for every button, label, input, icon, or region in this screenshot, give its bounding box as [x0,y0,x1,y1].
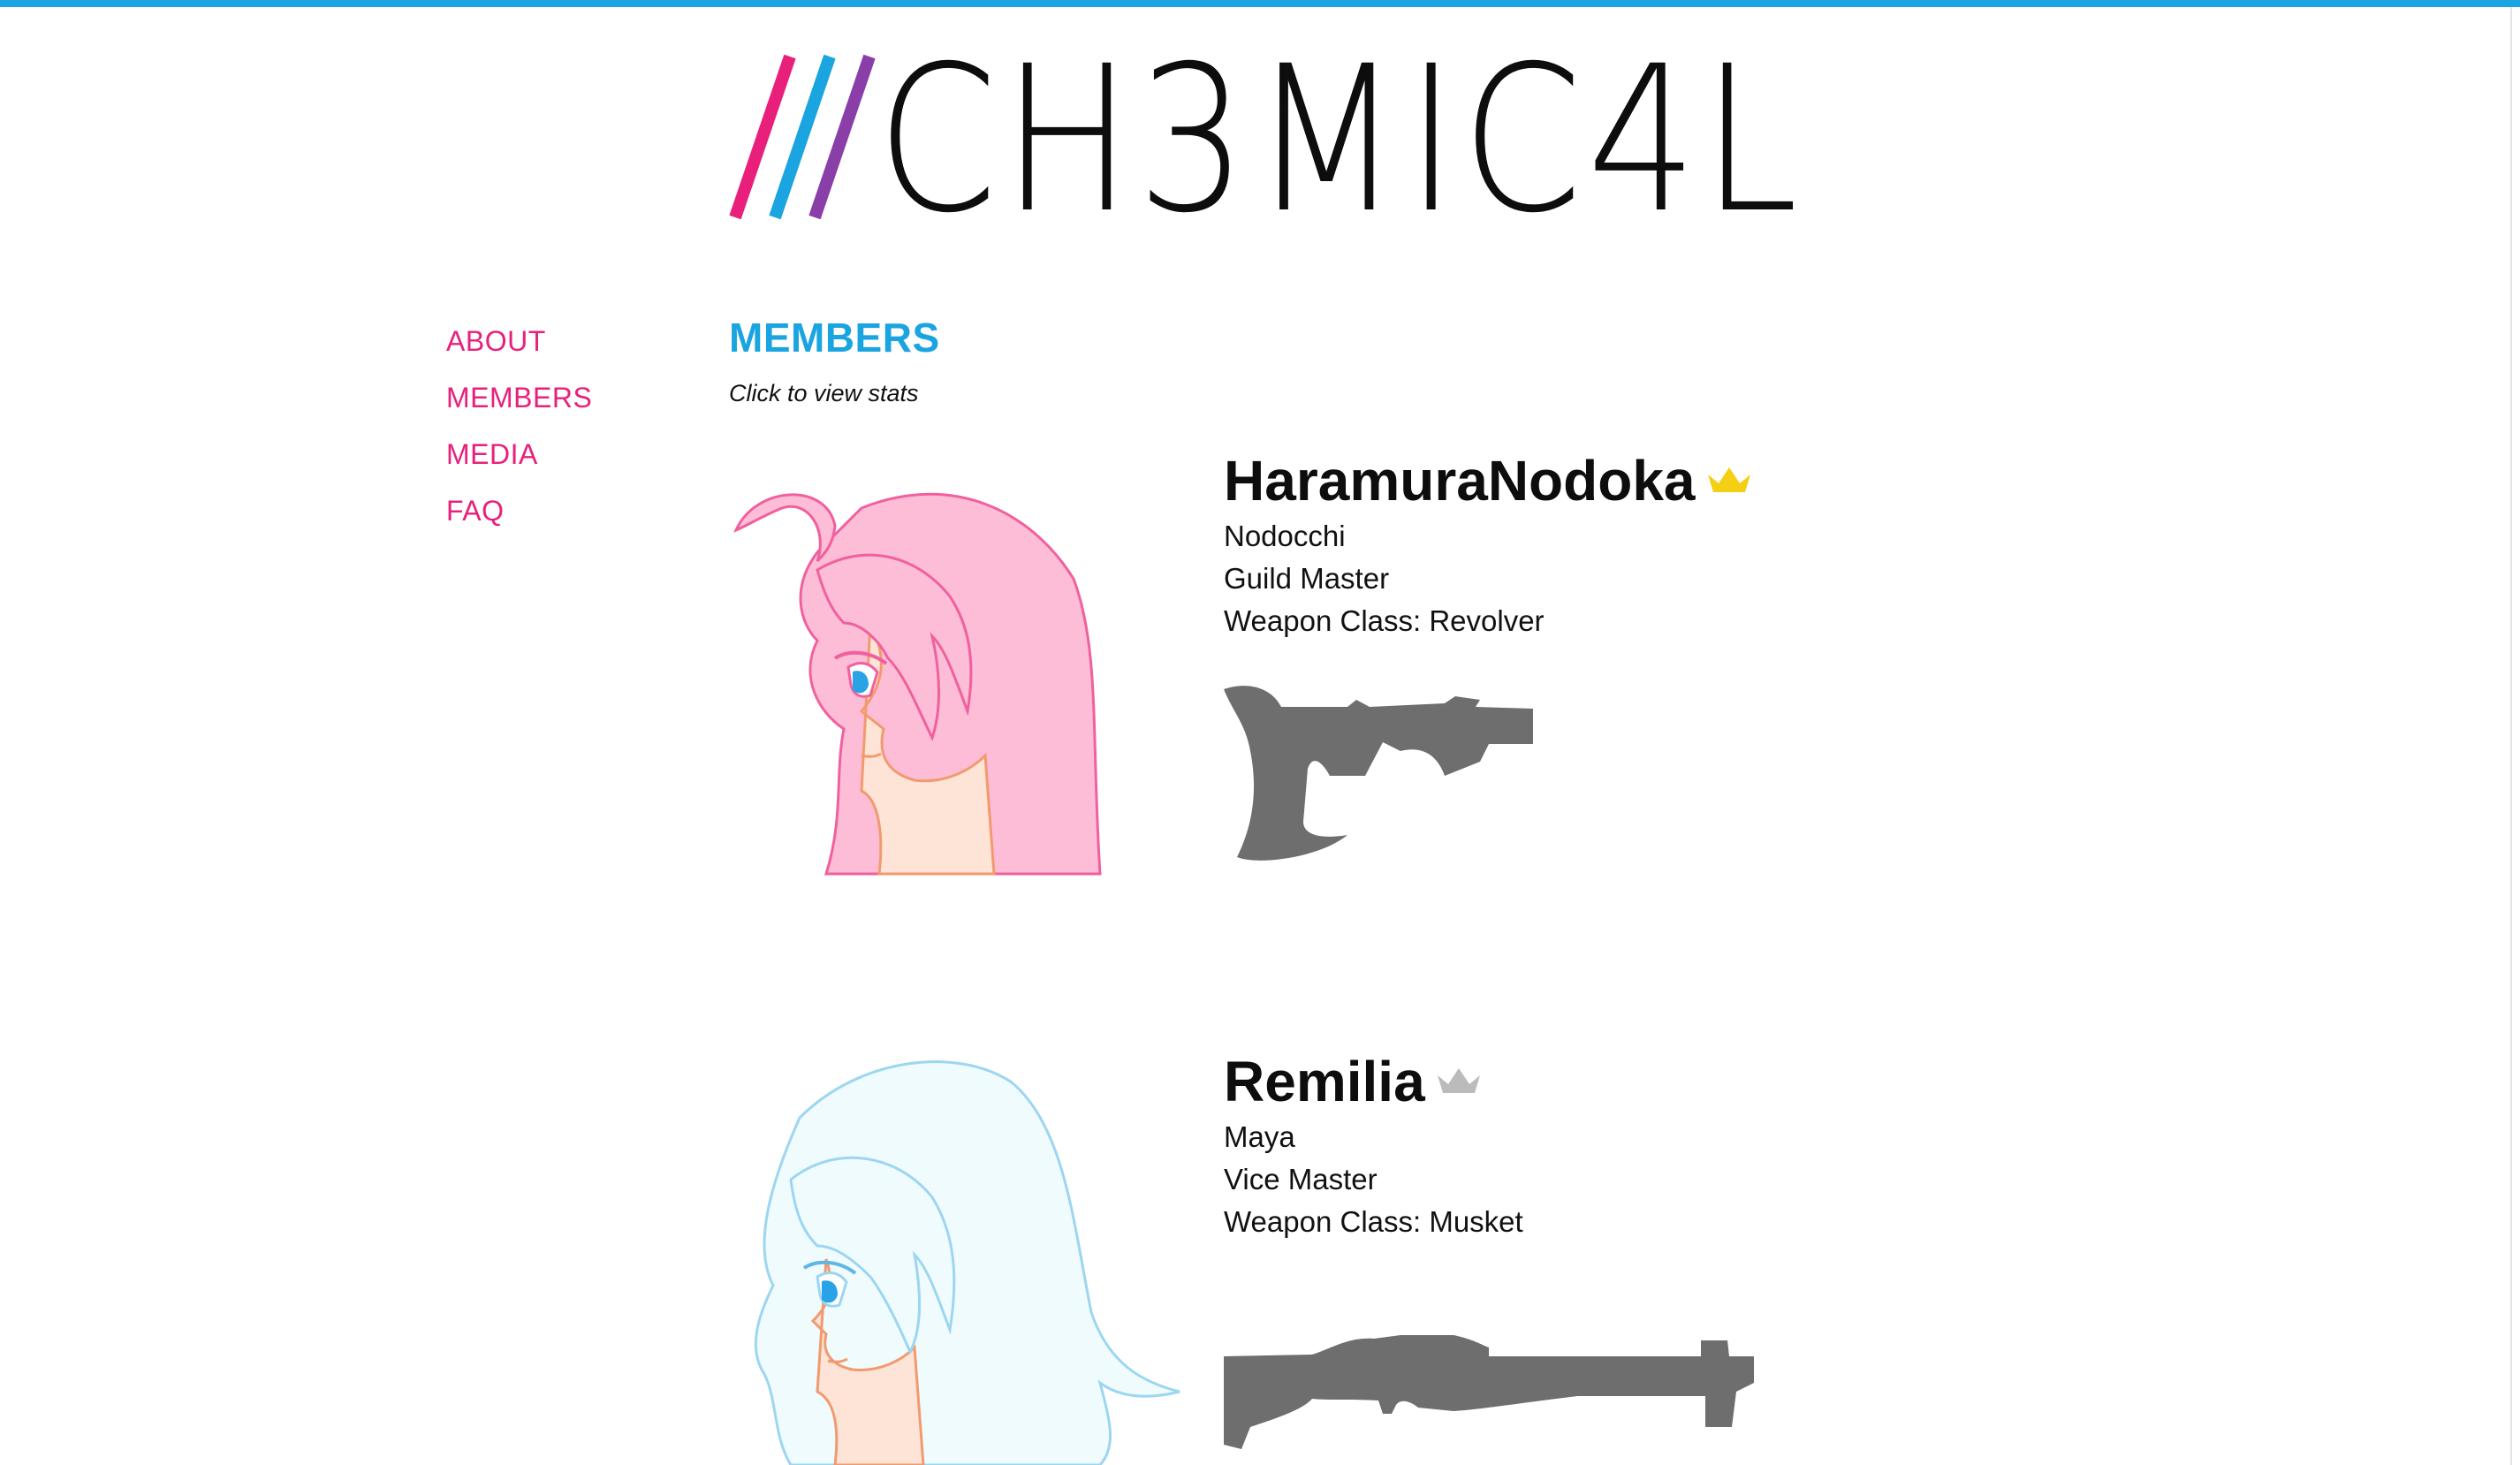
side-navigation: ABOUT MEMBERS MEDIA FAQ [446,323,592,550]
member-card-remilia[interactable]: Remilia Maya Vice Master Weapon Class: M… [729,1047,1878,1465]
nav-media-link[interactable]: MEDIA [446,436,592,493]
musket-icon [1224,1335,1754,1449]
member-portrait-image [733,492,1102,876]
silver-crown-icon [1438,1068,1481,1093]
member-info: Remilia Maya Vice Master Weapon Class: M… [1224,1047,1523,1243]
nav-faq-link[interactable]: FAQ [446,493,592,550]
click-hint: Click to view stats [729,380,919,406]
member-weapon-class: Weapon Class: Musket [1224,1205,1523,1238]
member-role: Guild Master [1224,562,1390,595]
member-nickname: Maya [1224,1120,1295,1153]
member-role: Vice Master [1224,1163,1378,1196]
nav-about-link[interactable]: ABOUT [446,323,592,380]
logo-slashes-icon [729,54,876,219]
member-name: Remilia [1224,1050,1425,1113]
member-weapon-class: Weapon Class: Revolver [1224,604,1545,637]
page-edge-line [2510,7,2512,1465]
gold-crown-icon [1707,467,1750,492]
member-info: HaramuraNodoka Nodocchi Guild Master Wea… [1224,446,1752,642]
logo-wordmark: CH3MIC4L [877,22,1803,257]
member-portrait-image [754,1060,1180,1465]
member-name: HaramuraNodoka [1224,449,1696,512]
members-heading: MEMBERS [729,315,940,361]
top-accent-bar [0,0,2520,7]
member-card-haramuranodoka[interactable]: HaramuraNodoka Nodocchi Guild Master Wea… [729,446,1878,888]
revolver-icon [1224,686,1533,861]
member-nickname: Nodocchi [1224,520,1346,552]
nav-members-link[interactable]: MEMBERS [446,380,592,436]
